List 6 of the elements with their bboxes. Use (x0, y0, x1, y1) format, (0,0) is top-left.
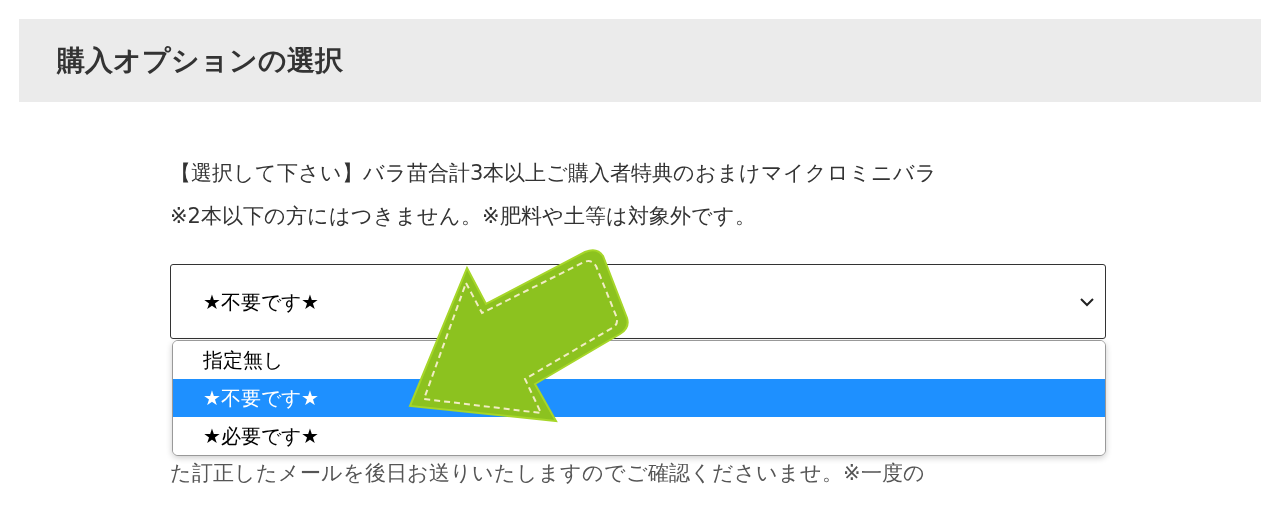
chevron-down-icon (1079, 296, 1095, 307)
description-text: ※2本以下の方にはつきません。※肥料や土等は対象外です。 (170, 203, 757, 230)
section-heading: 購入オプションの選択 (57, 42, 343, 79)
description-text: 【選択して下さい】バラ苗合計3本以上ご購入者特典のおまけマイクロミニバラ (170, 160, 939, 187)
dropdown-option[interactable]: ★必要です★ (173, 417, 1105, 455)
note-text: た訂正したメールを後日お送りいたしますのでご確認くださいませ。※一度の (170, 460, 926, 487)
